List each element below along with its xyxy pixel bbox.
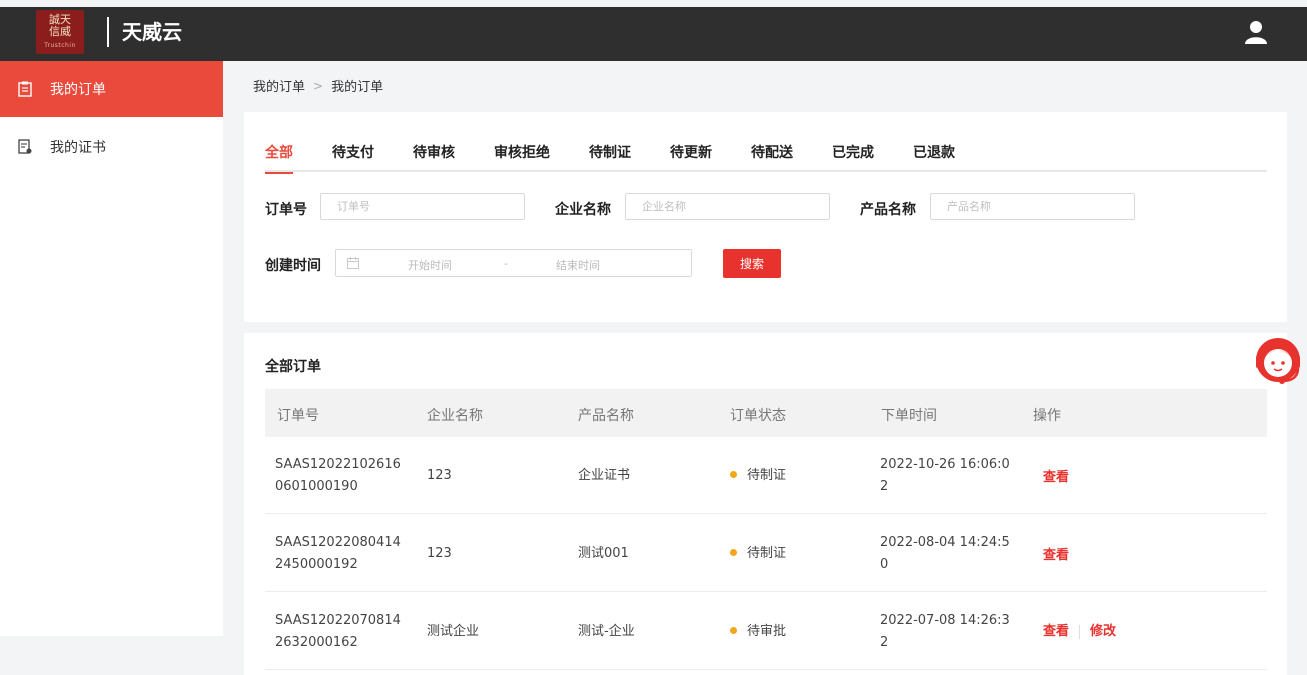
order-list-title: 全部订单 bbox=[265, 359, 321, 375]
order-no-cell: SAAS12022102616 0601000190 bbox=[275, 454, 401, 498]
product-cell: 测试001 bbox=[578, 546, 629, 561]
sidebar-item-my-orders[interactable]: 我的订单 bbox=[0, 61, 223, 117]
order-clipboard-icon bbox=[18, 81, 32, 97]
filter-card: 全部 待支付 待审核 审核拒绝 待制证 待更新 待配送 已完成 已退款 订单号 … bbox=[244, 112, 1287, 322]
table-row: SAAS12022080414 2450000192 123 测试001 待制证… bbox=[265, 515, 1267, 592]
breadcrumb-item-current: 我的订单 bbox=[331, 80, 384, 95]
product-name-input[interactable] bbox=[930, 193, 1135, 220]
order-time-line: 2022-10-26 16:06:0 bbox=[880, 457, 1010, 472]
product-cell: 测试-企业 bbox=[578, 624, 635, 639]
tab-pending-update[interactable]: 待更新 bbox=[670, 142, 712, 172]
order-time-line: 2022-07-08 14:26:3 bbox=[880, 613, 1010, 628]
breadcrumb-item[interactable]: 我的订单 bbox=[253, 76, 305, 95]
tab-refunded[interactable]: 已退款 bbox=[913, 142, 955, 172]
status-cell: 待制证 bbox=[730, 465, 786, 487]
column-header-actions: 操作 bbox=[1033, 408, 1061, 424]
action-divider bbox=[1079, 624, 1081, 639]
breadcrumb-separator-icon: > bbox=[313, 78, 324, 93]
edit-link[interactable]: 修改 bbox=[1090, 624, 1116, 639]
certificate-icon bbox=[18, 139, 32, 154]
order-time-cell: 2022-07-08 14:26:3 2 bbox=[880, 610, 1010, 654]
status-text: 待制证 bbox=[747, 468, 787, 483]
order-time-cell: 2022-10-26 16:06:0 2 bbox=[880, 454, 1010, 498]
sidebar-item-label: 我的证书 bbox=[50, 140, 106, 156]
column-header-order-no: 订单号 bbox=[277, 408, 319, 424]
search-button[interactable]: 搜索 bbox=[723, 249, 781, 278]
order-time-line: 0 bbox=[880, 557, 889, 572]
tab-all[interactable]: 全部 bbox=[265, 142, 293, 174]
actions-cell: 查看 bbox=[1043, 545, 1069, 567]
logo-divider bbox=[107, 17, 109, 47]
sidebar-item-my-certificates[interactable]: 我的证书 bbox=[0, 119, 223, 175]
logo-small-text: Trustchin bbox=[44, 42, 76, 49]
logo-text-bottom: 信威 bbox=[49, 25, 71, 38]
order-no-line: 0601000190 bbox=[275, 479, 358, 494]
view-link[interactable]: 查看 bbox=[1043, 548, 1069, 563]
tab-pending-payment[interactable]: 待支付 bbox=[332, 142, 374, 172]
order-no-label: 订单号 bbox=[265, 202, 307, 218]
status-tabs: 全部 待支付 待审核 审核拒绝 待制证 待更新 待配送 已完成 已退款 bbox=[265, 142, 1267, 174]
start-date-placeholder[interactable]: 开始时间 bbox=[408, 257, 452, 273]
product-name-label: 产品名称 bbox=[860, 202, 916, 218]
sidebar: 我的订单 我的证书 bbox=[0, 61, 223, 636]
view-link[interactable]: 查看 bbox=[1043, 624, 1069, 639]
tab-review-rejected[interactable]: 审核拒绝 bbox=[494, 142, 550, 172]
user-icon[interactable] bbox=[1245, 20, 1267, 44]
order-list-card: 全部订单 订单号 企业名称 产品名称 订单状态 下单时间 操作 SAAS1202… bbox=[244, 333, 1287, 675]
order-no-cell: SAAS12022070814 2632000162 bbox=[275, 610, 401, 654]
brand-logo[interactable]: 誠天 信威 Trustchin bbox=[36, 10, 84, 54]
company-cell: 123 bbox=[427, 468, 452, 483]
breadcrumb: 我的订单 > 我的订单 bbox=[253, 76, 384, 96]
order-no-input[interactable] bbox=[320, 193, 525, 220]
table-header: 订单号 企业名称 产品名称 订单状态 下单时间 操作 bbox=[265, 389, 1267, 437]
order-no-line: SAAS12022070814 bbox=[275, 613, 401, 628]
column-header-product: 产品名称 bbox=[578, 408, 634, 424]
status-cell: 待审批 bbox=[730, 621, 786, 643]
order-time-line: 2 bbox=[880, 479, 889, 494]
app-title: 天威云 bbox=[122, 20, 182, 44]
company-name-label: 企业名称 bbox=[555, 202, 611, 218]
order-no-line: SAAS12022080414 bbox=[275, 535, 401, 550]
tab-pending-delivery[interactable]: 待配送 bbox=[751, 142, 793, 172]
order-time-cell: 2022-08-04 14:24:5 0 bbox=[880, 532, 1010, 576]
status-dot-icon bbox=[730, 471, 737, 478]
product-cell: 企业证书 bbox=[578, 468, 631, 483]
order-time-line: 2 bbox=[880, 635, 889, 650]
date-range-picker[interactable]: 开始时间 - 结束时间 bbox=[335, 249, 692, 277]
company-cell: 测试企业 bbox=[427, 624, 480, 639]
column-header-company: 企业名称 bbox=[427, 408, 483, 424]
status-dot-icon bbox=[730, 627, 737, 634]
status-dot-icon bbox=[730, 549, 737, 556]
order-no-line: 2450000192 bbox=[275, 557, 358, 572]
tab-pending-review[interactable]: 待审核 bbox=[413, 142, 455, 172]
order-time-line: 2022-08-04 14:24:5 bbox=[880, 535, 1010, 550]
company-cell: 123 bbox=[427, 546, 452, 561]
end-date-placeholder[interactable]: 结束时间 bbox=[556, 257, 600, 273]
table-row: SAAS12022070814 2632000162 测试企业 测试-企业 待审… bbox=[265, 593, 1267, 670]
order-no-cell: SAAS12022080414 2450000192 bbox=[275, 532, 401, 576]
status-text: 待审批 bbox=[747, 624, 787, 639]
calendar-icon bbox=[347, 257, 359, 269]
actions-cell: 查看 bbox=[1043, 467, 1069, 489]
view-link[interactable]: 查看 bbox=[1043, 470, 1069, 485]
status-text: 待制证 bbox=[747, 546, 787, 561]
column-header-order-time: 下单时间 bbox=[881, 408, 937, 424]
tab-completed[interactable]: 已完成 bbox=[832, 142, 874, 172]
top-bar: 誠天 信威 Trustchin 天威云 bbox=[0, 7, 1307, 61]
order-no-line: SAAS12022102616 bbox=[275, 457, 401, 472]
company-name-input[interactable] bbox=[625, 193, 830, 220]
status-cell: 待制证 bbox=[730, 543, 786, 565]
customer-service-icon[interactable] bbox=[1254, 336, 1302, 388]
order-no-line: 2632000162 bbox=[275, 635, 358, 650]
column-header-status: 订单状态 bbox=[730, 408, 786, 424]
table-row: SAAS12022102616 0601000190 123 企业证书 待制证 … bbox=[265, 437, 1267, 514]
date-range-separator: - bbox=[504, 257, 508, 270]
actions-cell: 查看 修改 bbox=[1043, 621, 1116, 643]
sidebar-item-label: 我的订单 bbox=[50, 82, 106, 98]
created-time-label: 创建时间 bbox=[265, 258, 321, 274]
tab-pending-issue[interactable]: 待制证 bbox=[589, 142, 631, 172]
